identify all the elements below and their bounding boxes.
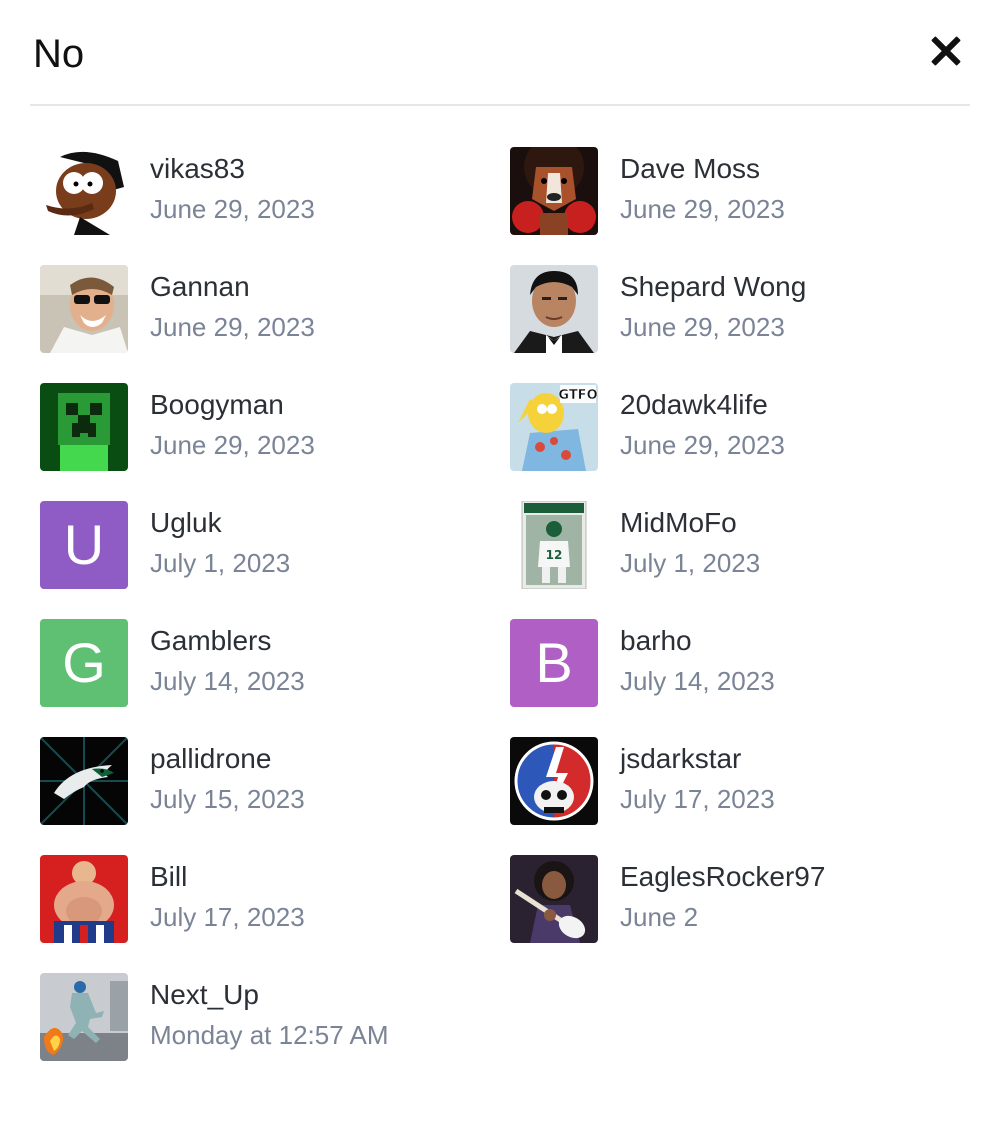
guitarist-avatar[interactable] xyxy=(510,855,598,943)
reaction-list-item: Gannan June 29, 2023 xyxy=(40,265,510,383)
man-in-tuxedo-avatar[interactable] xyxy=(510,265,598,353)
boxer-dog-avatar[interactable] xyxy=(510,147,598,235)
reaction-list-item: Boogyman June 29, 2023 xyxy=(40,383,510,501)
reaction-list: vikas83 June 29, 2023 Dave Moss June 29, 20… xyxy=(40,147,980,1091)
reaction-list-item: U Ugluk July 1, 2023 xyxy=(40,501,510,619)
avatar-letter: U xyxy=(63,513,105,576)
reaction-list-item: jsdarkstar July 17, 2023 xyxy=(510,737,980,855)
reaction-date: June 29, 2023 xyxy=(150,194,315,224)
avatar[interactable]: G xyxy=(40,619,128,707)
reaction-list-item: Bbarho July 14, 2023 xyxy=(510,619,980,737)
username-link[interactable]: vikas83 xyxy=(150,151,245,187)
reactions-modal: No vikas83 June 29, 2023 Dave Moss June 29,… xyxy=(0,0,1000,1132)
username-link[interactable]: Dave Moss xyxy=(620,151,760,187)
reaction-date: July 15, 2023 xyxy=(150,784,305,814)
avatar[interactable]: B xyxy=(510,619,598,707)
reaction-date: July 17, 2023 xyxy=(620,784,775,814)
reaction-date: June 29, 2023 xyxy=(620,194,785,224)
reaction-date: June 29, 2023 xyxy=(150,430,315,460)
reaction-list-item: Next_Up Monday at 12:57 AM xyxy=(40,973,510,1091)
avatar-letter: G xyxy=(62,631,106,694)
svg-text:GTFO: GTFO xyxy=(558,388,597,403)
reaction-date: June 29, 2023 xyxy=(620,430,785,460)
reaction-list-item: pallidrone July 15, 2023 xyxy=(40,737,510,855)
username-link[interactable]: Bill xyxy=(150,859,187,895)
reaction-list-item: EaglesRocker97 June 2 xyxy=(510,855,980,973)
eagle-logo-avatar[interactable] xyxy=(40,737,128,825)
username-link[interactable]: Shepard Wong xyxy=(620,269,806,305)
modal-header: No xyxy=(30,0,970,106)
username-link[interactable]: barho xyxy=(620,623,692,659)
reaction-date: July 14, 2023 xyxy=(150,666,305,696)
running-man-avatar[interactable] xyxy=(40,973,128,1061)
cartoon-character-avatar[interactable] xyxy=(40,147,128,235)
reaction-date: June 29, 2023 xyxy=(620,312,785,342)
reaction-list-item: Dave Moss June 29, 2023 xyxy=(510,147,980,265)
username-link[interactable]: pallidrone xyxy=(150,741,271,777)
username-link[interactable]: Next_Up xyxy=(150,977,259,1013)
reaction-date: July 14, 2023 xyxy=(620,666,775,696)
cartoon-gtfo-avatar[interactable]: GTFO xyxy=(510,383,598,471)
username-link[interactable]: Boogyman xyxy=(150,387,284,423)
reaction-date: June 29, 2023 xyxy=(150,312,315,342)
wrestler-avatar[interactable] xyxy=(40,855,128,943)
username-link[interactable]: Gannan xyxy=(150,269,250,305)
reaction-date: July 1, 2023 xyxy=(620,548,761,578)
reaction-date: July 1, 2023 xyxy=(150,548,291,578)
steal-your-face-avatar[interactable] xyxy=(510,737,598,825)
laughing-man-sunglasses-avatar[interactable] xyxy=(40,265,128,353)
username-link[interactable]: 20dawk4life xyxy=(620,387,768,423)
reaction-date: July 17, 2023 xyxy=(150,902,305,932)
username-link[interactable]: Ugluk xyxy=(150,505,222,541)
modal-title: No xyxy=(33,32,85,76)
football-card-avatar[interactable]: 12 xyxy=(510,501,598,589)
username-link[interactable]: Gamblers xyxy=(150,623,271,659)
creeper-avatar[interactable] xyxy=(40,383,128,471)
reaction-date: Monday at 12:57 AM xyxy=(150,1020,389,1050)
username-link[interactable]: MidMoFo xyxy=(620,505,737,541)
reaction-list-item: Bill July 17, 2023 xyxy=(40,855,510,973)
reaction-list-item: GTFO 20dawk4life June 29, 2023 xyxy=(510,383,980,501)
reaction-list-item: G Gamblers July 14, 2023 xyxy=(40,619,510,737)
username-link[interactable]: jsdarkstar xyxy=(620,741,741,777)
avatar[interactable]: U xyxy=(40,501,128,589)
close-icon[interactable] xyxy=(926,32,966,72)
reaction-date: June 2 xyxy=(620,902,699,932)
username-link[interactable]: EaglesRocker97 xyxy=(620,859,825,895)
reaction-list-item: Shepard Wong June 29, 2023 xyxy=(510,265,980,383)
svg-text:12: 12 xyxy=(546,548,563,562)
reaction-list-item: vikas83 June 29, 2023 xyxy=(40,147,510,265)
reaction-list-item: 12 MidMoFo July 1, 2023 xyxy=(510,501,980,619)
avatar-letter: B xyxy=(535,631,573,694)
